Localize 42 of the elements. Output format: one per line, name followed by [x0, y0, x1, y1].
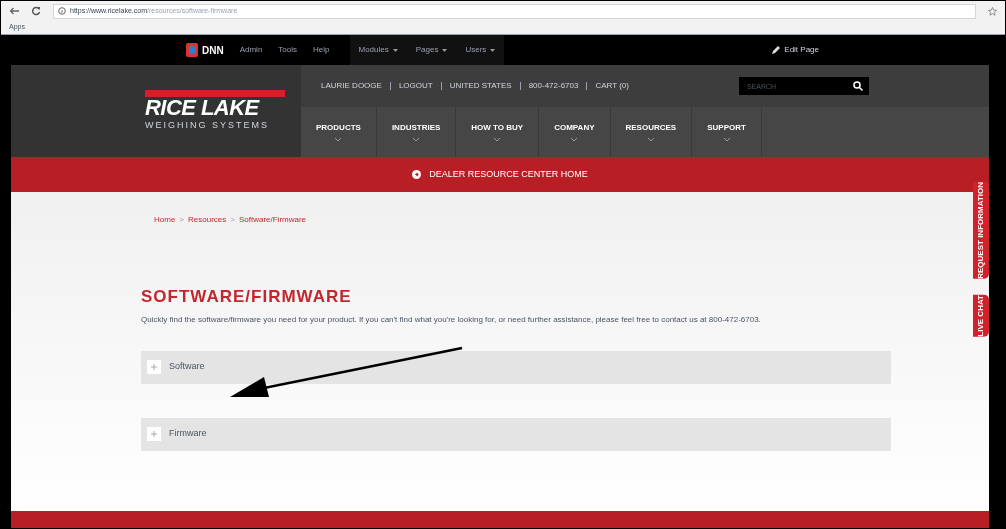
- breadcrumb-separator: >: [179, 214, 184, 226]
- caret-icon: [392, 48, 398, 52]
- side-tab[interactable]: LIVE CHAT: [973, 294, 989, 337]
- caret-icon: [442, 48, 448, 52]
- breadcrumb-separator: >: [230, 214, 235, 226]
- edit-page-link[interactable]: Edit Page: [771, 44, 819, 56]
- chevron-icon: [412, 137, 421, 142]
- dnn-logo[interactable]: DNN: [186, 42, 224, 58]
- info-icon: [58, 7, 66, 15]
- utility-link[interactable]: 800-472-6703: [528, 80, 579, 92]
- side-tab[interactable]: REQUEST INFORMATION: [973, 182, 989, 279]
- utility-link[interactable]: CART (0): [595, 80, 629, 92]
- chevron-icon: [570, 137, 579, 142]
- admin-link[interactable]: Help: [313, 44, 330, 56]
- breadcrumb-link[interactable]: Software/Firmware: [238, 214, 307, 226]
- chevron-icon: [493, 137, 502, 142]
- utility-link[interactable]: LAURIE DOOGE: [321, 80, 382, 92]
- rice-lake-logo[interactable]: RICE LAKE WEIGHING SYSTEMS: [141, 65, 301, 157]
- chevron-icon: [646, 137, 655, 142]
- back-icon[interactable]: [9, 7, 19, 15]
- admin-link[interactable]: Admin: [239, 44, 263, 56]
- dealer-home-link[interactable]: DEALER RESOURCE CENTER HOME: [412, 167, 588, 182]
- arrow-circle-icon: [412, 170, 422, 179]
- admin-link[interactable]: Tools: [278, 44, 298, 56]
- caret-icon: [490, 48, 496, 52]
- breadcrumb-link[interactable]: Resources: [188, 214, 227, 226]
- admin-menu[interactable]: Pages: [406, 35, 457, 65]
- utility-link[interactable]: UNITED STATES: [449, 80, 512, 92]
- accordion-header[interactable]: Software: [141, 350, 891, 384]
- pencil-icon: [771, 45, 781, 55]
- admin-menu[interactable]: Modules: [349, 35, 407, 65]
- chevron-icon: [722, 137, 731, 142]
- search-icon[interactable]: [847, 77, 869, 95]
- accordion-header[interactable]: Firmware: [141, 417, 891, 451]
- star-icon[interactable]: [988, 6, 997, 16]
- reload-icon[interactable]: [31, 6, 41, 16]
- breadcrumb-link[interactable]: Home: [154, 214, 176, 226]
- page-title: SOFTWARE/FIRMWARE: [141, 286, 353, 308]
- admin-menu[interactable]: Users: [456, 35, 505, 65]
- intro-text: Quickly find the software/firmware you need for your product. If you can't find what you're looking for, or need further assistance, please feel free to contact us at 800-472-6703.: [141, 313, 762, 326]
- chevron-icon: [334, 137, 343, 142]
- utility-link[interactable]: LOGOUT: [398, 80, 433, 92]
